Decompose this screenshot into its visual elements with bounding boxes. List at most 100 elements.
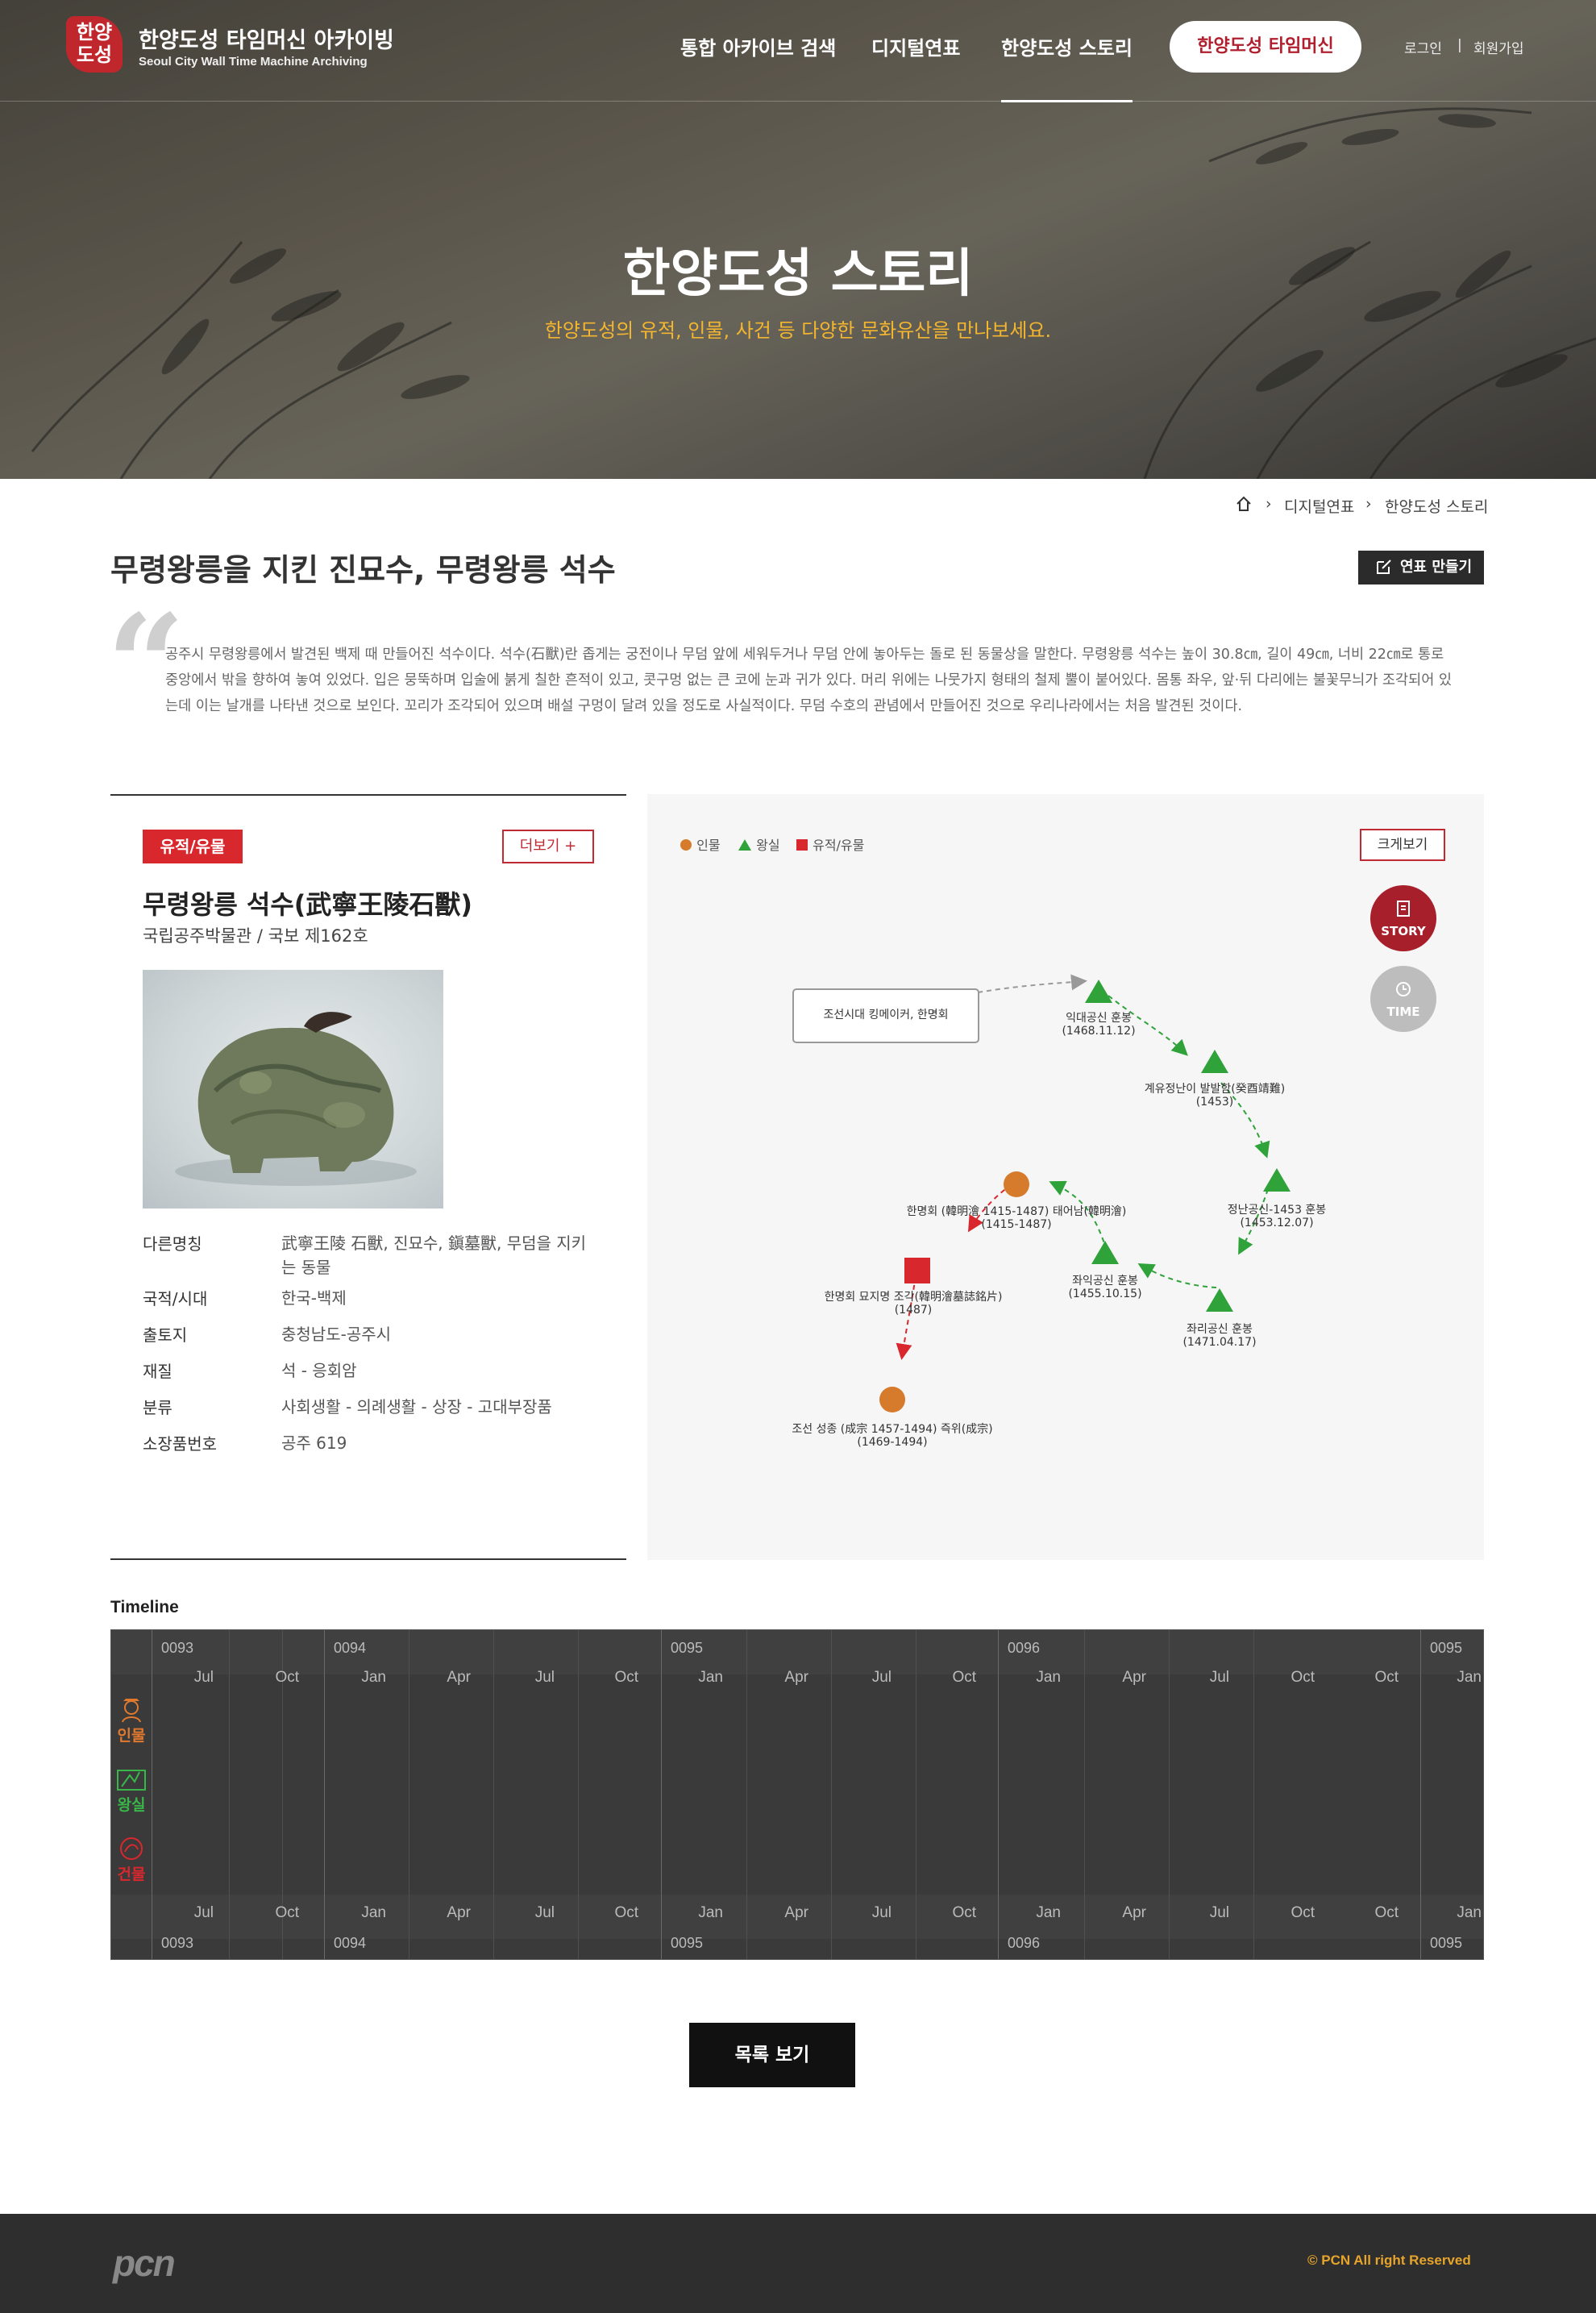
node-label: 익대공신 훈봉 (1468.11.12): [1062, 1012, 1136, 1038]
month-label: Jan: [1457, 1904, 1482, 1921]
nav-archive-search[interactable]: 통합 아카이브 검색: [680, 32, 836, 64]
category-label: 왕실: [117, 1796, 146, 1814]
prop-value: 충청남도-공주시: [281, 1325, 392, 1344]
month-label: Jul: [193, 1904, 214, 1921]
person-node[interactable]: [1004, 1171, 1029, 1197]
node-label: 좌리공신 훈봉 (1471.04.17): [1182, 1323, 1257, 1349]
logo-seal: 한양 도성: [66, 16, 123, 73]
page-title: 무령왕릉을 지킨 진묘수, 무령왕릉 석수: [110, 552, 616, 588]
hero-banner: 한양 도성 한양도성 타임머신 아카이빙 Seoul City Wall Time…: [0, 0, 1596, 479]
prop-label: 출토지: [143, 1325, 188, 1345]
month-label: Oct: [1291, 1904, 1315, 1921]
year-label: 0096: [1008, 1935, 1041, 1951]
chevron-right-icon: ›: [1266, 495, 1272, 513]
node-label: 계유정난이 발발함(癸酉靖難) (1453): [1144, 1083, 1286, 1109]
prop-value: 공주 619: [281, 1433, 347, 1453]
year-label: 0094: [334, 1640, 367, 1656]
month-label: Oct: [1374, 1669, 1399, 1686]
year-label: 0093: [161, 1935, 194, 1951]
month-label: Oct: [275, 1669, 299, 1686]
month-label: Apr: [1122, 1669, 1146, 1686]
list-view-button[interactable]: 목록 보기: [689, 2023, 855, 2087]
util-divider: |: [1457, 37, 1462, 53]
join-link[interactable]: 회원가입: [1473, 37, 1524, 57]
building-icon: [120, 1837, 143, 1860]
graph-start-label: 조선시대 킹메이커, 한명회: [823, 1009, 949, 1021]
prop-value: 한국-백제: [281, 1288, 347, 1308]
edit-icon: [1377, 560, 1391, 574]
month-label: Jan: [1036, 1669, 1061, 1686]
prop-label: 재질: [143, 1362, 172, 1381]
year-label: 0095: [1430, 1935, 1463, 1951]
relation-graph: [792, 974, 1291, 1412]
timeline[interactable]: 0093 0094 0095 0096 0095 Jul Oct Jan Apr…: [110, 1629, 1484, 1960]
prop-value: 석 - 응회암: [281, 1361, 357, 1380]
royal-node[interactable]: [1201, 1050, 1228, 1073]
month-label: Jan: [1036, 1904, 1061, 1921]
prop-label: 다른명칭: [143, 1234, 202, 1254]
month-label: Jul: [1209, 1904, 1229, 1921]
year-label: 0095: [671, 1640, 704, 1656]
hero-title: 한양도성 스토리: [622, 244, 974, 304]
month-label: Oct: [952, 1669, 976, 1686]
footer-logo: pcn: [113, 2242, 176, 2284]
chevron-right-icon: ›: [1365, 495, 1372, 513]
breadcrumb-hanyang-story[interactable]: 한양도성 스토리: [1385, 495, 1488, 517]
timeline-category-building[interactable]: 건물: [111, 1835, 152, 1884]
node-label: 조선 성종 (成宗 1457-1494) 즉위(成宗) (1469-1494): [792, 1423, 993, 1449]
item-title: 무령왕릉 석수(武寧王陵石獸): [143, 889, 473, 920]
month-label: Apr: [447, 1669, 471, 1686]
breadcrumb-digital-timeline[interactable]: 디지털연표: [1284, 495, 1354, 517]
year-label: 0096: [1008, 1640, 1041, 1656]
category-label: 인물: [117, 1727, 146, 1745]
timeline-top-band: [111, 1630, 1483, 1674]
hero-subtitle: 한양도성의 유적, 인물, 사건 등 다양한 문화유산을 만나보세요.: [544, 319, 1052, 342]
nav-digital-timeline[interactable]: 디지털연표: [871, 32, 960, 64]
month-label: Oct: [1291, 1669, 1315, 1686]
month-label: Oct: [614, 1669, 638, 1686]
node-label: 좌익공신 훈봉 (1455.10.15): [1068, 1275, 1142, 1300]
year-label: 0093: [161, 1640, 194, 1656]
login-link[interactable]: 로그인: [1404, 37, 1442, 57]
time-machine-button[interactable]: 한양도성 타임머신: [1170, 21, 1361, 73]
year-label: 0095: [671, 1935, 704, 1951]
make-timeline-button[interactable]: 연표 만들기: [1358, 551, 1484, 584]
person-node[interactable]: [879, 1387, 905, 1412]
timeline-category-person[interactable]: 인물: [111, 1696, 152, 1745]
prop-value: 사회생활 - 의례생활 - 상장 - 고대부장품: [281, 1397, 552, 1417]
home-icon[interactable]: [1235, 495, 1253, 517]
more-button[interactable]: 더보기 +: [502, 830, 594, 863]
copyright-text: © PCN All right Reserved: [1307, 2253, 1471, 2268]
month-label: Apr: [447, 1904, 471, 1921]
prop-label: 소장품번호: [143, 1434, 217, 1454]
royal-node[interactable]: [1263, 1168, 1291, 1192]
graph-edge: [896, 1275, 916, 1360]
make-timeline-label: 연표 만들기: [1400, 559, 1473, 576]
month-label: Jul: [871, 1904, 892, 1921]
royal-node[interactable]: [1085, 980, 1112, 1003]
month-label: Oct: [275, 1904, 299, 1921]
month-label: Apr: [784, 1669, 808, 1686]
month-label: Jan: [698, 1904, 723, 1921]
month-label: Apr: [784, 1904, 808, 1921]
nav-hanyang-story[interactable]: 한양도성 스토리: [1001, 32, 1133, 102]
artifact-node[interactable]: [904, 1258, 930, 1283]
month-label: Oct: [952, 1904, 976, 1921]
node-label: 한명회 묘지명 조각(韓明澮墓誌銘片) (1487): [824, 1291, 1003, 1317]
graph-edge: [977, 974, 1087, 993]
timeline-title: Timeline: [110, 1598, 179, 1616]
logo-subtitle: Seoul City Wall Time Machine Archiving: [139, 55, 368, 69]
month-label: Jul: [193, 1669, 214, 1686]
month-label: Oct: [614, 1904, 638, 1921]
month-label: Jan: [1457, 1669, 1482, 1686]
item-photo: [143, 970, 443, 1209]
site-logo[interactable]: 한양 도성 한양도성 타임머신 아카이빙 Seoul City Wall Time…: [66, 16, 394, 81]
year-label: 0094: [334, 1935, 367, 1951]
timeline-category-royal[interactable]: 왕실: [111, 1766, 152, 1815]
item-info-panel: 유적/유물 더보기 + 무령왕릉 석수(武寧王陵石獸) 국립공주박물관 / 국보…: [110, 794, 626, 1560]
royal-node[interactable]: [1206, 1288, 1233, 1312]
item-description: 공주시 무령왕릉에서 발견된 백제 때 만들어진 석수이다. 석수(石獸)란 좁…: [165, 647, 1452, 714]
royal-node[interactable]: [1091, 1241, 1119, 1264]
category-tag: 유적/유물: [143, 830, 243, 863]
year-label: 0095: [1430, 1640, 1463, 1656]
